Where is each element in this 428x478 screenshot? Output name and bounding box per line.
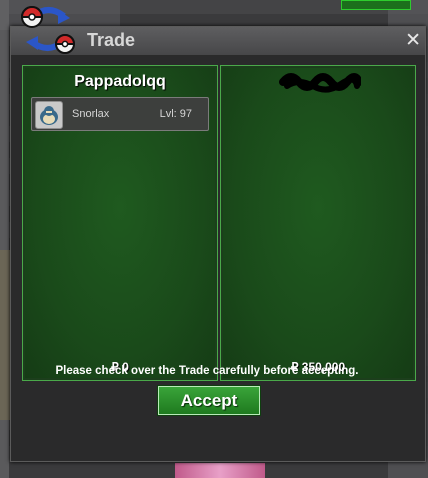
partner-offer-panel: ₽ 350,000	[220, 65, 416, 381]
trade-logo-icon	[20, 6, 76, 54]
player-nametag-partial	[341, 0, 411, 10]
trade-warning-text: Please check over the Trade carefully be…	[55, 365, 359, 377]
snorlax-icon	[35, 101, 63, 129]
background-tile-left	[0, 250, 10, 420]
offered-pokemon-slot[interactable]: Snorlax Lvl: 97	[31, 97, 209, 131]
background-pink-object	[175, 463, 265, 478]
close-icon[interactable]: ✕	[405, 29, 421, 51]
redacted-name-scribble	[279, 73, 361, 93]
my-offer-panel: Pappadolqq Snorlax Lvl: 97 ₽ 0	[22, 65, 218, 381]
pokemon-name: Snorlax	[72, 108, 110, 120]
accept-button[interactable]: Accept	[158, 386, 260, 415]
pokemon-level: Lvl: 97	[159, 108, 192, 120]
player-name: Pappadolqq	[74, 73, 166, 90]
window-title: Trade	[87, 30, 136, 50]
